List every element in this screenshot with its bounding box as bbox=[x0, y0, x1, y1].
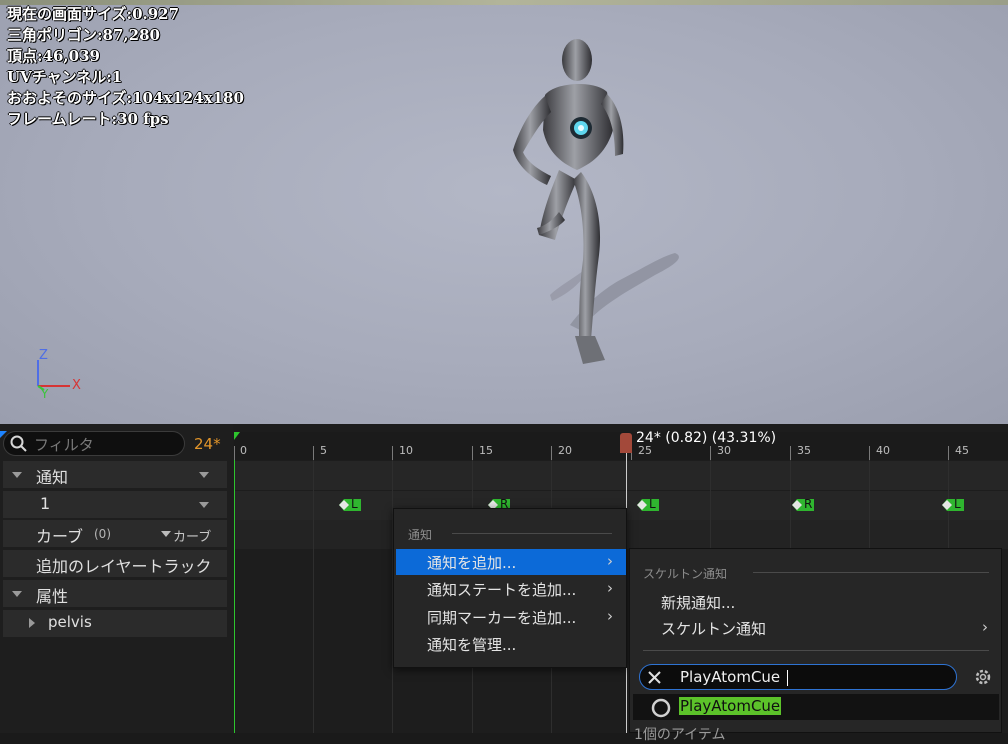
marker-label: R bbox=[804, 497, 813, 511]
playhead-label: 24* (0.82) (43.31%) bbox=[636, 430, 777, 446]
notify-marker[interactable]: R bbox=[792, 497, 814, 513]
menu-item-add-notify-state[interactable]: 通知ステートを追加... › bbox=[396, 576, 626, 602]
submenu-section-header: スケルトン通知 bbox=[643, 567, 728, 581]
marker-label: L bbox=[954, 497, 961, 511]
notify-marker[interactable]: L bbox=[637, 497, 659, 513]
stat-screen-size: 現在の画面サイズ:0.927 bbox=[7, 5, 180, 23]
menu-item-add-sync-marker[interactable]: 同期マーカーを追加... › bbox=[396, 604, 626, 630]
menu-item-label: スケルトン通知 bbox=[661, 620, 767, 638]
marker-label: L bbox=[351, 497, 358, 511]
track-attributes[interactable]: 属性 bbox=[3, 580, 227, 607]
notify-marker[interactable]: L bbox=[942, 497, 964, 513]
start-marker bbox=[234, 432, 240, 440]
tick-label: 15 bbox=[479, 444, 493, 457]
tick-label: 5 bbox=[320, 444, 327, 457]
axis-gizmo: Z X Y bbox=[30, 348, 90, 401]
menu-item-skeleton-notify[interactable]: スケルトン通知 › bbox=[632, 615, 998, 641]
search-result-item[interactable]: PlayAtomCue bbox=[633, 694, 999, 720]
playhead-handle[interactable] bbox=[620, 433, 632, 453]
notify-track-row[interactable] bbox=[234, 461, 1008, 490]
clear-icon[interactable] bbox=[647, 670, 662, 685]
track-pelvis[interactable]: pelvis bbox=[3, 610, 227, 637]
current-frame-indicator: 24* bbox=[194, 435, 221, 453]
notify-marker[interactable]: L bbox=[339, 497, 361, 513]
menu-section-header: 通知 bbox=[408, 528, 433, 542]
menu-separator bbox=[452, 533, 612, 534]
tick-label: 20 bbox=[558, 444, 572, 457]
track-curves[interactable]: カーブ (0) カーブ bbox=[3, 520, 227, 547]
dropdown-arrow-icon[interactable] bbox=[199, 472, 209, 478]
track-pelvis-label: pelvis bbox=[48, 613, 92, 631]
track-additive-layer-label: 追加のレイヤートラック bbox=[36, 557, 212, 576]
dropdown-arrow-icon[interactable] bbox=[161, 531, 171, 537]
start-line bbox=[234, 460, 235, 733]
notify-class-icon bbox=[651, 698, 671, 718]
result-count: 1個のアイテム bbox=[634, 727, 726, 743]
filter-placeholder: フィルタ bbox=[34, 436, 94, 454]
menu-item-add-notify[interactable]: 通知を追加... › bbox=[396, 549, 626, 575]
stat-approx-size: おおよそのサイズ:104x124x180 bbox=[7, 89, 244, 107]
axis-z-label: Z bbox=[39, 348, 48, 363]
menu-separator bbox=[643, 650, 989, 651]
menu-item-label: 通知ステートを追加... bbox=[427, 581, 577, 599]
tick-label: 35 bbox=[797, 444, 811, 457]
tick-label: 40 bbox=[876, 444, 890, 457]
track-notify[interactable]: 通知 bbox=[3, 461, 227, 488]
track-notify-1[interactable]: 1 bbox=[3, 491, 227, 518]
menu-item-manage-notifies[interactable]: 通知を管理... bbox=[396, 631, 626, 657]
tick-label: 10 bbox=[399, 444, 413, 457]
track-notify-1-label: 1 bbox=[40, 494, 51, 513]
track-list-panel: フィルタ 24* 通知 1 カーブ (0) カーブ 追加のレイヤートラック 属性… bbox=[0, 424, 233, 733]
dropdown-arrow-icon[interactable] bbox=[199, 502, 209, 508]
menu-item-label: 同期マーカーを追加... bbox=[427, 609, 577, 627]
track-notify-label: 通知 bbox=[36, 468, 69, 487]
text-cursor bbox=[787, 670, 788, 686]
notify-search-input[interactable]: PlayAtomCue bbox=[639, 664, 957, 690]
menu-separator bbox=[753, 572, 989, 573]
curves-count: (0) bbox=[94, 527, 111, 541]
tick-label: 0 bbox=[240, 444, 247, 457]
search-icon bbox=[10, 435, 27, 452]
chevron-right-icon: › bbox=[607, 579, 613, 597]
viewport[interactable]: 現在の画面サイズ:0.927 三角ポリゴン:87,280 頂点:46,039 U… bbox=[0, 0, 1008, 424]
track-curves-label: カーブ bbox=[36, 527, 84, 546]
stat-uv-channels: UVチャンネル:1 bbox=[7, 68, 123, 86]
axis-x-label: X bbox=[72, 378, 81, 393]
chevron-right-icon: › bbox=[607, 552, 613, 570]
chevron-right-icon: › bbox=[607, 607, 613, 625]
search-value: PlayAtomCue bbox=[680, 668, 781, 686]
axis-y-label: Y bbox=[41, 387, 49, 401]
menu-item-new-notify[interactable]: 新規通知... bbox=[661, 592, 735, 613]
collapse-arrow-icon[interactable] bbox=[12, 591, 22, 597]
expand-arrow-icon[interactable] bbox=[29, 618, 35, 628]
mannequin-character bbox=[513, 39, 624, 364]
notify-context-menu: 通知 通知を追加... › 通知ステートを追加... › 同期マーカーを追加..… bbox=[393, 508, 627, 668]
track-attributes-label: 属性 bbox=[36, 587, 69, 606]
curves-menu-label[interactable]: カーブ bbox=[173, 526, 211, 545]
chevron-right-icon: › bbox=[982, 618, 988, 636]
viewport-stats: 現在の画面サイズ:0.927 三角ポリゴン:87,280 頂点:46,039 U… bbox=[7, 4, 244, 130]
stat-framerate: フレームレート:30 fps bbox=[7, 110, 169, 128]
gear-icon[interactable] bbox=[973, 667, 993, 687]
search-result-label: PlayAtomCue bbox=[679, 697, 782, 715]
skeleton-notify-submenu: スケルトン通知 新規通知... スケルトン通知 › PlayAtomCue Pl… bbox=[629, 548, 1002, 743]
menu-item-label: 通知を追加... bbox=[427, 554, 517, 572]
track-additive-layer[interactable]: 追加のレイヤートラック bbox=[3, 550, 227, 577]
collapse-arrow-icon[interactable] bbox=[12, 472, 22, 478]
filter-input[interactable]: フィルタ bbox=[3, 431, 185, 456]
menu-item-label: 通知を管理... bbox=[427, 636, 517, 654]
marker-label: L bbox=[649, 497, 656, 511]
stat-vertices: 頂点:46,039 bbox=[7, 47, 100, 65]
tick-label: 45 bbox=[955, 444, 969, 457]
stat-triangles: 三角ポリゴン:87,280 bbox=[7, 26, 160, 44]
